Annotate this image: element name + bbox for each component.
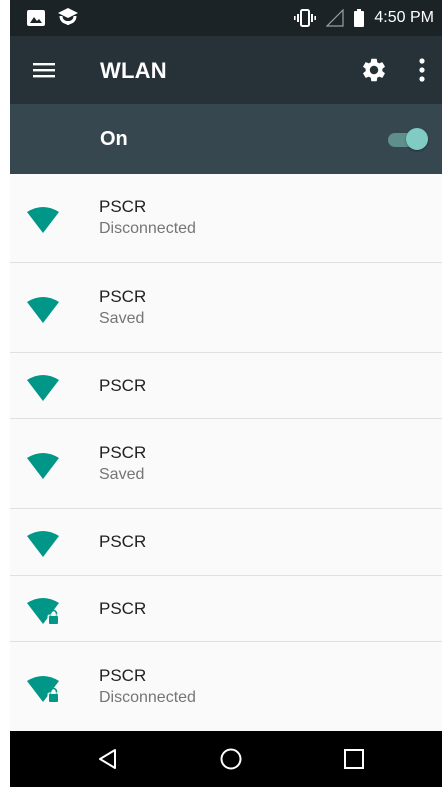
wifi-signal-icon <box>27 207 59 233</box>
wifi-secured-icon <box>27 597 60 625</box>
battery-icon <box>354 9 365 27</box>
toggle-thumb <box>406 128 428 150</box>
network-status: Disconnected <box>99 220 196 237</box>
image-icon <box>27 10 45 26</box>
status-time: 4:50 PM <box>374 9 434 26</box>
network-list: PSCR Disconnected PSCR Saved PSCR PSCR S… <box>10 174 442 731</box>
back-icon[interactable] <box>96 747 120 771</box>
wlan-settings-screen: 4:50 PM WLAN On PSCR Disconnected PSCR S… <box>10 0 442 787</box>
network-status: Disconnected <box>99 688 196 706</box>
wifi-secured-icon <box>27 675 60 703</box>
network-ssid: PSCR <box>99 442 147 462</box>
wifi-signal-icon <box>27 531 59 557</box>
network-item[interactable]: PSCR Disconnected <box>10 642 442 731</box>
network-item[interactable]: PSCR <box>10 353 442 419</box>
network-status: Saved <box>99 465 145 483</box>
page-title: WLAN <box>100 58 167 83</box>
wifi-signal-icon <box>27 296 59 323</box>
wlan-toggle[interactable] <box>388 128 428 150</box>
wifi-signal-icon <box>27 374 59 401</box>
network-ssid: PSCR <box>99 286 147 306</box>
network-status: Saved <box>99 309 145 327</box>
wifi-signal-icon <box>27 452 59 479</box>
vibrate-icon <box>294 9 317 27</box>
network-ssid: PSCR <box>99 375 147 395</box>
status-bar: 4:50 PM <box>10 0 442 36</box>
recents-icon[interactable] <box>342 747 366 771</box>
switch-label: On <box>100 128 128 150</box>
network-ssid: PSCR <box>99 598 147 618</box>
wlan-switch-bar[interactable]: On <box>10 104 442 174</box>
app-notification-icon <box>58 8 78 25</box>
system-nav-bar <box>10 731 442 787</box>
home-icon[interactable] <box>219 747 243 771</box>
network-item[interactable]: PSCR <box>10 576 442 642</box>
network-ssid: PSCR <box>99 197 147 216</box>
network-item[interactable]: PSCR Saved <box>10 263 442 353</box>
network-ssid: PSCR <box>99 665 147 685</box>
signal-icon <box>326 9 345 27</box>
app-toolbar: WLAN <box>10 36 442 104</box>
network-item[interactable]: PSCR Disconnected <box>10 174 442 263</box>
network-item[interactable]: PSCR <box>10 509 442 576</box>
gear-icon[interactable] <box>360 56 388 84</box>
network-ssid: PSCR <box>99 532 147 551</box>
more-vert-icon[interactable] <box>416 56 428 84</box>
menu-icon[interactable] <box>32 58 56 82</box>
network-item[interactable]: PSCR Saved <box>10 419 442 509</box>
